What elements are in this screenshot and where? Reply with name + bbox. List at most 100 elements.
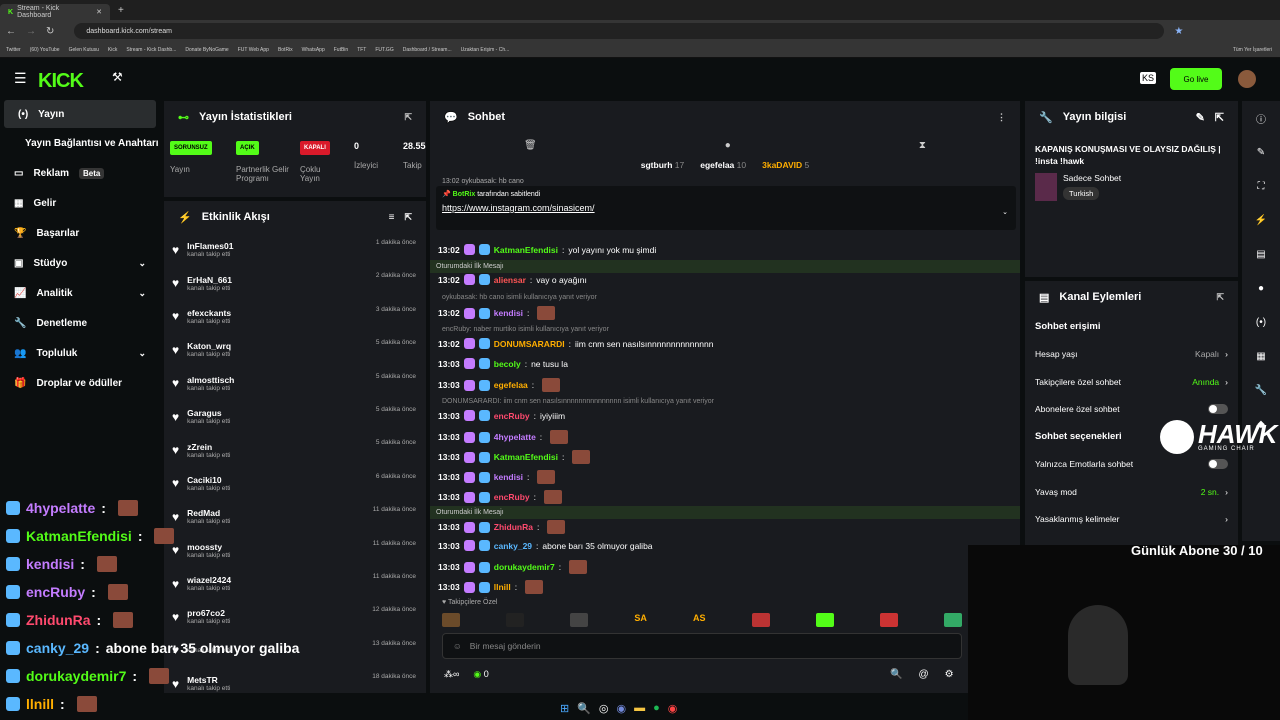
chevron-down-icon[interactable]: ⌄ — [138, 348, 146, 359]
subscribers-only-toggle[interactable] — [1208, 404, 1228, 415]
sidebar-item-analitik[interactable]: 📈 Analitik ⌄ — [0, 278, 160, 308]
chat-username[interactable]: encRuby — [494, 411, 530, 421]
sidebar-item-denetleme[interactable]: 🔧 Denetleme — [0, 308, 160, 338]
chat-username[interactable]: kendisi — [494, 308, 523, 318]
chat-message[interactable]: 13:03 kendisi: — [438, 470, 1012, 484]
sidebar-item-droplar[interactable]: 🎁 Droplar ve ödüller — [0, 368, 160, 398]
emote[interactable] — [506, 613, 525, 627]
discord-icon[interactable]: ◉ — [617, 702, 627, 715]
trash-icon[interactable]: 🗑 — [524, 140, 537, 151]
bookmark[interactable]: Gelen Kutusu — [69, 47, 99, 53]
chat-username[interactable]: dorukaydemir7 — [494, 562, 555, 572]
chat-message[interactable]: 13:02 aliensar: vay o ayağını — [438, 274, 1012, 285]
chat-input[interactable]: ☺ Bir mesaj gönderin — [442, 633, 962, 659]
category-name[interactable]: Sadece Sohbet — [1063, 173, 1121, 183]
forward-icon[interactable]: → — [26, 26, 36, 37]
chat-message[interactable]: 13:03 KatmanEfendisi: — [438, 450, 1012, 464]
chat-username[interactable]: KatmanEfendisi — [494, 245, 558, 255]
sidebar-item-stream-key[interactable]: Yayın Bağlantısı ve Anahtarı — [0, 128, 160, 158]
pinned-link[interactable]: https://www.instagram.com/sinasicem/ — [442, 203, 1010, 213]
activity-row[interactable]: ♥ ErHaN_661 kanalı takip etti 2 dakika önce — [164, 266, 426, 299]
new-tab-icon[interactable]: + — [118, 5, 124, 16]
reload-icon[interactable]: ↻ — [46, 26, 54, 37]
tools-icon[interactable]: ⚒ — [112, 70, 123, 84]
chat-bubble-icon[interactable]: ● — [725, 140, 731, 151]
chat-message[interactable]: 13:03 encRuby: iyiyiiim — [438, 410, 1012, 421]
url-bar[interactable]: dashboard.kick.com/stream — [74, 23, 1165, 39]
at-icon[interactable]: @ — [918, 669, 928, 680]
account-age-row[interactable]: Hesap yaşı Kapalı › — [1025, 341, 1238, 369]
activity-row[interactable]: ♥ Garagus kanalı takip etti 5 dakika önce — [164, 400, 426, 433]
more-icon[interactable]: ⋮ — [997, 112, 1006, 123]
emote[interactable] — [943, 613, 962, 627]
chat-message[interactable]: 13:02 KatmanEfendisi: yol yayını yok mu şi… — [438, 244, 1012, 255]
popout-icon[interactable]: ⇱ — [404, 112, 412, 123]
bookmark[interactable]: WhatsApp — [302, 47, 325, 53]
bookmark[interactable]: Dashboard / Stream... — [403, 47, 452, 53]
chat-message[interactable]: 13:03 llnill: — [438, 580, 1012, 594]
bookmark[interactable]: FUT Web App — [238, 47, 269, 53]
emote[interactable] — [751, 613, 770, 627]
emote[interactable] — [879, 613, 898, 627]
emote[interactable] — [570, 613, 589, 627]
menu-icon[interactable]: ☰ — [14, 70, 27, 87]
pencil-icon[interactable]: ✎ — [1242, 135, 1280, 169]
chat-username[interactable]: DONUMSARARDI — [494, 339, 565, 349]
chat-message[interactable]: 13:02 kendisi: — [438, 306, 1012, 320]
popout-icon[interactable]: ⇱ — [1215, 111, 1224, 124]
chat-username[interactable]: becoly — [494, 359, 521, 369]
chat-username[interactable]: aliensar — [494, 275, 526, 285]
avatar[interactable] — [1238, 70, 1256, 88]
chat-message[interactable]: 13:03 becoly: ne tusu la — [438, 358, 1012, 369]
chat-username[interactable]: encRuby — [494, 492, 530, 502]
bookmark[interactable]: Uzaktan Erişim - Ch... — [461, 47, 510, 53]
filter-icon[interactable]: ≡ — [389, 212, 395, 223]
sidebar-item-studyo[interactable]: ▣ Stüdyo ⌄ — [0, 248, 160, 278]
spotify-icon[interactable]: ● — [653, 702, 660, 714]
chat-message[interactable]: 13:03 egefelaa: — [438, 378, 1012, 392]
back-icon[interactable]: ← — [6, 26, 16, 37]
close-icon[interactable]: ✕ — [96, 8, 102, 16]
go-live-button[interactable]: Go live — [1170, 68, 1222, 90]
bookmark[interactable]: Donate ByNoGame — [185, 47, 228, 53]
chat-message[interactable]: 13:03 encRuby: — [438, 490, 1012, 504]
channel-icon[interactable]: ▦ — [1242, 339, 1280, 373]
followers-only-row[interactable]: Takipçilere özel sohbet Anında › — [1025, 368, 1238, 396]
bookmark[interactable]: FUT.GG — [375, 47, 393, 53]
star-icon[interactable]: ★ — [1174, 26, 1183, 37]
kick-logo[interactable]: KICK — [38, 70, 84, 93]
emote[interactable] — [815, 613, 834, 627]
sidebar-item-basarilar[interactable]: 🏆 Başarılar — [0, 218, 160, 248]
bookmark[interactable]: TFT — [357, 47, 366, 53]
gifter[interactable]: sgtburh 17 — [641, 160, 684, 170]
wrench-icon[interactable]: 🔧 — [1242, 373, 1280, 407]
bookmark[interactable]: Twitter — [6, 47, 21, 53]
chat-username[interactable]: 4hypelatte — [494, 432, 536, 442]
all-bookmarks[interactable]: Tüm Yer İşaretleri — [1233, 47, 1272, 53]
windows-icon[interactable]: ⊞ — [560, 702, 569, 715]
browser-tab[interactable]: K Stream - Kick Dashboard ✕ — [0, 4, 110, 20]
chat-username[interactable]: kendisi — [494, 472, 523, 482]
hourglass-icon[interactable]: ⧗ — [919, 140, 926, 151]
popout-icon[interactable]: ⇱ — [1216, 292, 1224, 303]
sidebar-item-topluluk[interactable]: 👥 Topluluk ⌄ — [0, 338, 160, 368]
chat-username[interactable]: canky_29 — [494, 541, 532, 551]
emote[interactable]: SA — [634, 613, 647, 627]
kick-studio-icon[interactable]: KS — [1140, 72, 1157, 84]
bookmark[interactable]: Stream - Kick Dashb... — [126, 47, 176, 53]
chat-message[interactable]: 13:03 dorukaydemir7: — [438, 560, 1012, 574]
search-icon[interactable]: 🔍 — [890, 669, 902, 680]
emote[interactable]: AS — [693, 613, 706, 627]
chevron-down-icon[interactable]: ⌄ — [138, 258, 146, 269]
folder-icon[interactable]: ▬ — [634, 702, 645, 714]
sidebar-item-yayin[interactable]: (•) Yayın — [4, 100, 156, 128]
chat-message[interactable]: 13:02 DONUMSARARDI: iim cnm sen nasılsınnn… — [438, 338, 1012, 349]
sidebar-item-reklam[interactable]: ▭ Reklam Beta — [0, 158, 160, 188]
bookmark[interactable]: (60) YouTube — [30, 47, 60, 53]
bookmark[interactable]: Kick — [108, 47, 117, 53]
gear-icon[interactable]: ⚙ — [945, 669, 954, 680]
activity-row[interactable]: ♥ almosttisch kanalı takip etti 5 dakika ön… — [164, 367, 426, 400]
bookmark[interactable]: FutBin — [334, 47, 348, 53]
chat-message[interactable]: 13:03 4hypelatte: — [438, 430, 1012, 444]
gifter[interactable]: egefelaa 10 — [700, 160, 746, 170]
